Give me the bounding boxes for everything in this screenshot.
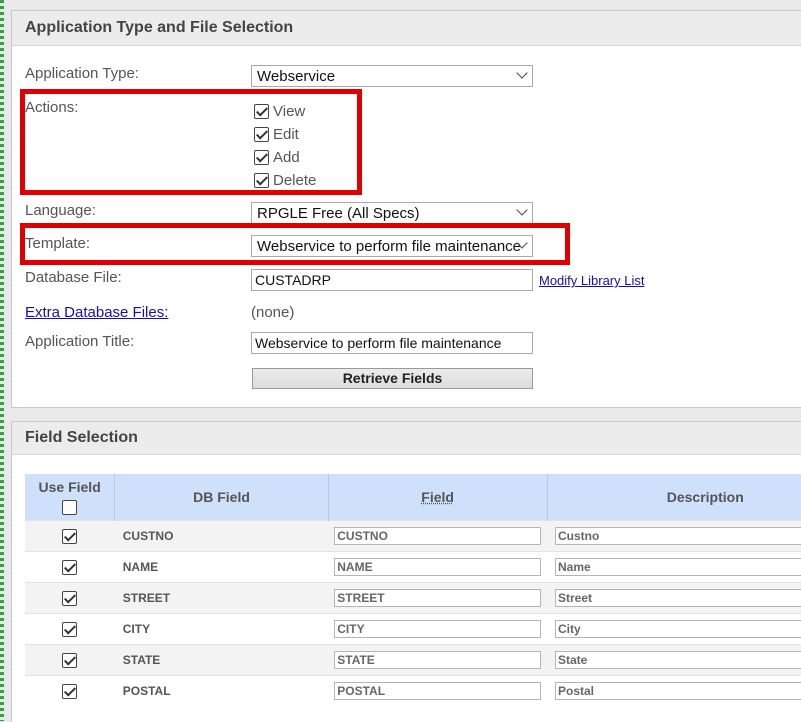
- panel-title: Field Selection: [12, 422, 801, 455]
- field-name-input[interactable]: STATE: [334, 651, 542, 669]
- use-field-checkbox[interactable]: [62, 590, 78, 606]
- extra-database-files-link[interactable]: Extra Database Files:: [25, 304, 168, 321]
- template-highlight-box: [20, 223, 570, 265]
- column-db-field: DB Field: [114, 474, 329, 521]
- db-field-cell: POSTAL: [114, 675, 329, 706]
- panel-title: Application Type and File Selection: [12, 11, 801, 46]
- field-name-input[interactable]: CITY: [334, 620, 542, 638]
- description-input[interactable]: Custno: [555, 527, 801, 545]
- left-edge-decoration: [0, 0, 4, 721]
- application-title-label: Application Title:: [25, 333, 135, 350]
- table-row: NAME NAME Name: [25, 551, 801, 583]
- database-file-label: Database File:: [25, 269, 122, 286]
- language-value: RPGLE Free (All Specs): [257, 205, 420, 222]
- use-field-checkbox[interactable]: [62, 621, 78, 637]
- column-description: Description: [547, 474, 801, 521]
- field-name-input[interactable]: CUSTNO: [334, 527, 542, 545]
- description-input[interactable]: Postal: [555, 682, 801, 700]
- select-all-checkbox[interactable]: [62, 500, 78, 516]
- table-row: CITY CITY City: [25, 613, 801, 645]
- use-field-header-label: Use Field: [38, 478, 101, 495]
- description-input[interactable]: City: [555, 620, 801, 638]
- language-label: Language:: [25, 202, 96, 219]
- table-row: CUSTNO CUSTNO Custno: [25, 520, 801, 552]
- column-field: Field: [328, 474, 548, 521]
- language-select[interactable]: RPGLE Free (All Specs): [251, 202, 533, 224]
- database-file-input[interactable]: CUSTADRP: [251, 269, 533, 291]
- table-row: POSTAL POSTAL Postal: [25, 675, 801, 706]
- field-name-input[interactable]: POSTAL: [334, 682, 542, 700]
- actions-highlight-box: [20, 89, 362, 195]
- db-field-cell: STATE: [114, 644, 329, 676]
- field-table: Use Field DB Field Field Description CUS…: [25, 474, 801, 706]
- description-input[interactable]: State: [555, 651, 801, 669]
- table-row: STATE STATE State: [25, 644, 801, 676]
- use-field-checkbox[interactable]: [62, 559, 78, 575]
- retrieve-fields-button[interactable]: Retrieve Fields: [252, 368, 533, 389]
- description-input[interactable]: Street: [555, 589, 801, 607]
- modify-library-list-link[interactable]: Modify Library List: [539, 273, 644, 288]
- db-field-cell: STREET: [114, 582, 329, 614]
- db-field-cell: CUSTNO: [114, 520, 329, 552]
- application-type-value: Webservice: [257, 68, 336, 85]
- application-type-select[interactable]: Webservice: [251, 65, 533, 87]
- field-name-input[interactable]: NAME: [334, 558, 542, 576]
- db-field-cell: NAME: [114, 551, 329, 583]
- description-input[interactable]: Name: [555, 558, 801, 576]
- application-title-input[interactable]: Webservice to perform file maintenance: [251, 332, 533, 354]
- db-field-cell: CITY: [114, 613, 329, 645]
- chevron-down-icon: [516, 204, 528, 216]
- use-field-checkbox[interactable]: [62, 528, 78, 544]
- application-type-label: Application Type:: [25, 65, 139, 82]
- column-use-field: Use Field: [25, 474, 116, 521]
- table-row: STREET STREET Street: [25, 582, 801, 614]
- field-name-input[interactable]: STREET: [334, 589, 542, 607]
- description-header-label: Description: [666, 489, 744, 505]
- chevron-down-icon: [516, 67, 528, 79]
- table-header-row: Use Field DB Field Field Description: [25, 474, 801, 521]
- use-field-checkbox[interactable]: [62, 652, 78, 668]
- field-header-label: Field: [421, 489, 454, 505]
- extra-database-files-value: (none): [251, 304, 295, 321]
- use-field-checkbox[interactable]: [62, 683, 78, 699]
